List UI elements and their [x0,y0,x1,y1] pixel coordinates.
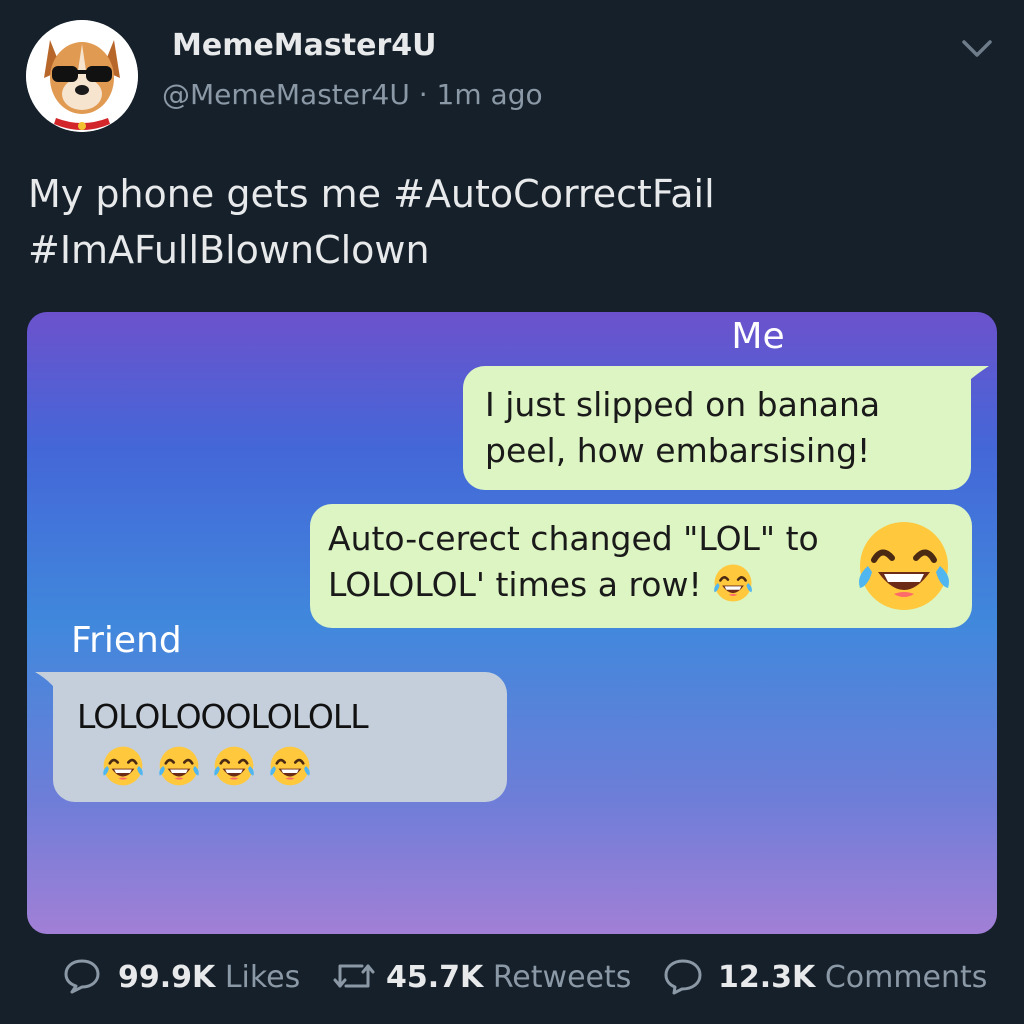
like-speech-bubble-icon[interactable] [62,956,102,996]
engagement-bar: 99.9K Likes 45.7K Retweets 12.3K Comment… [0,954,1024,1010]
face-with-tears-of-joy-icon [212,744,256,788]
retweets-count: 45.7K [386,960,484,995]
face-with-tears-of-joy-icon [712,562,754,604]
tweet-text-line1: My phone gets me #AutoCorrectFail [28,172,715,216]
message-bubble-received: LOLOLOOOLOLOLL [53,672,507,802]
display-name[interactable]: MemeMaster4U [172,28,436,63]
face-with-tears-of-joy-icon [157,744,201,788]
more-options-chevron-icon[interactable] [958,36,996,62]
avatar[interactable] [26,20,138,132]
likes-count: 99.9K [118,960,216,995]
message-text: Auto-cerect changed "LOL" to LOLOLOL' ti… [328,519,819,604]
comments-stat[interactable]: 12.3K Comments [718,960,987,995]
comment-icon[interactable] [662,956,704,996]
user-handle[interactable]: @MemeMaster4U [162,78,410,111]
comments-count: 12.3K [718,960,816,995]
face-with-tears-of-joy-icon [101,744,145,788]
likes-stat[interactable]: 99.9K Likes [118,960,300,995]
sender-label-friend: Friend [71,620,182,661]
comments-label: Comments [824,960,988,995]
message-bubble-sent: Auto-cerect changed "LOL" to LOLOLOL' ti… [310,504,972,628]
message-text: I just slipped on banana peel, how embar… [485,385,881,470]
tweet-text: My phone gets me #AutoCorrectFail #ImAFu… [28,166,988,278]
message-bubble-sent: I just slipped on banana peel, how embar… [463,366,971,490]
emoji-row [101,744,313,792]
retweets-stat[interactable]: 45.7K Retweets [386,960,631,995]
sender-label-me: Me [731,316,785,357]
tweet-text-line2: #ImAFullBlownClown [28,228,430,272]
face-with-tears-of-joy-icon [268,744,312,788]
tweet-media-image[interactable]: Me I just slipped on banana peel, how em… [27,312,997,934]
handle-line: @MemeMaster4U · 1m ago [162,78,543,111]
separator-dot: · [418,78,428,111]
likes-label: Likes [224,960,301,995]
retweet-icon[interactable] [332,956,376,996]
timestamp[interactable]: 1m ago [437,78,543,111]
message-text: LOLOLOOOLOLOLL [77,697,369,736]
retweets-label: Retweets [492,960,632,995]
face-with-tears-of-joy-icon [854,516,954,616]
dog-with-sunglasses-icon [26,20,138,132]
